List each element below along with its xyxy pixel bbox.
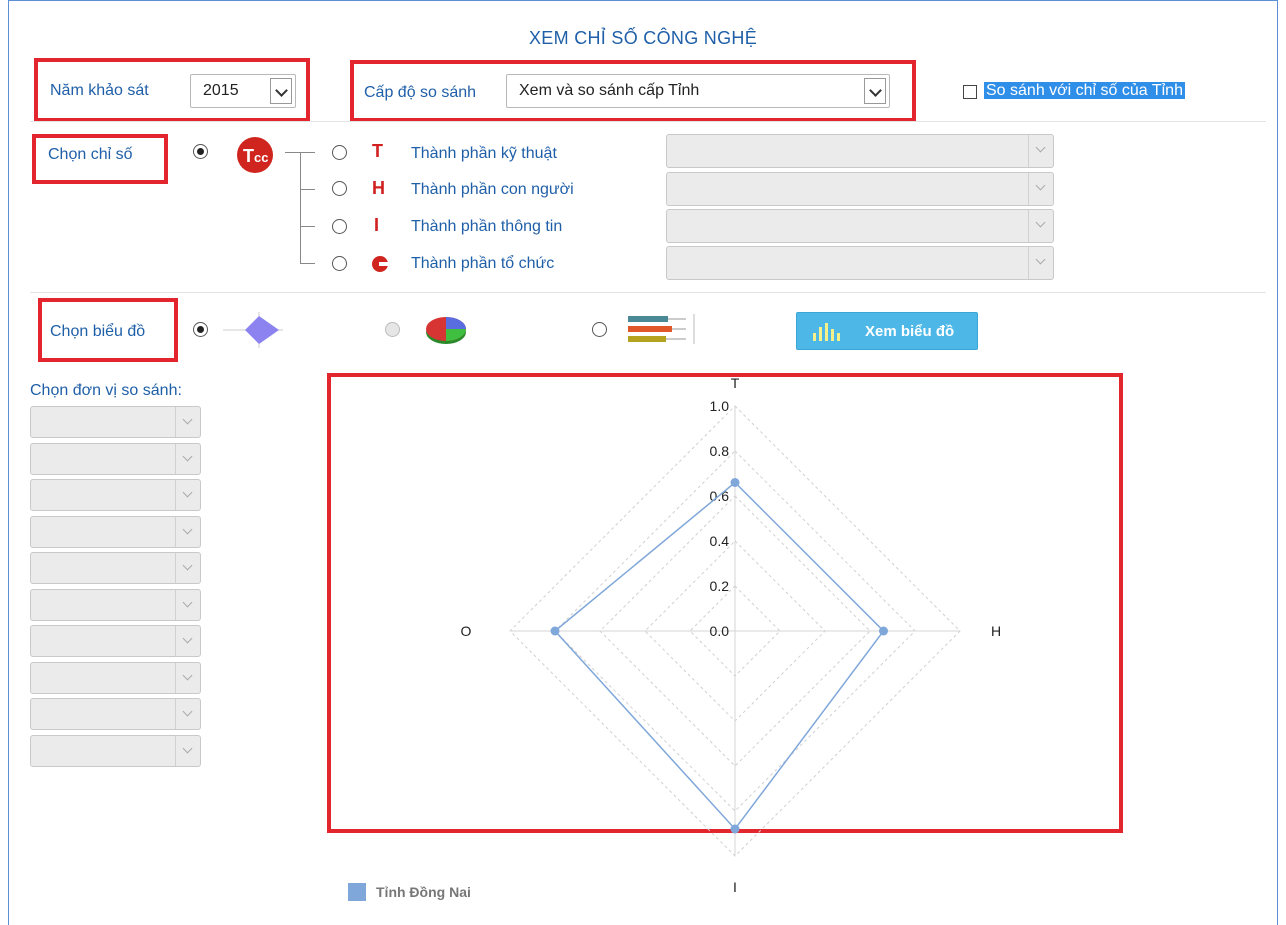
radar-point-H (879, 626, 888, 636)
radar-point-T (730, 478, 740, 487)
radar-axis-label-H: H (991, 623, 1001, 639)
radar-axis-label-I: I (733, 879, 737, 895)
legend-label: Tỉnh Đồng Nai (376, 884, 471, 900)
radar-tick-label: 0.4 (710, 533, 730, 549)
legend-swatch (348, 883, 366, 901)
radar-axis-label-O: O (461, 623, 472, 639)
radar-tick-label: 0.0 (710, 623, 730, 639)
radar-point-I (730, 824, 740, 834)
radar-tick-label: 1.0 (710, 398, 730, 414)
radar-chart: 0.00.20.40.60.81.0THIOTỉnh Đồng Nai (348, 375, 1001, 901)
radar-tick-label: 0.2 (710, 578, 730, 594)
radar-axis-label-T: T (731, 375, 740, 391)
radar-point-O (550, 626, 560, 636)
radar-tick-label: 0.8 (710, 443, 730, 459)
